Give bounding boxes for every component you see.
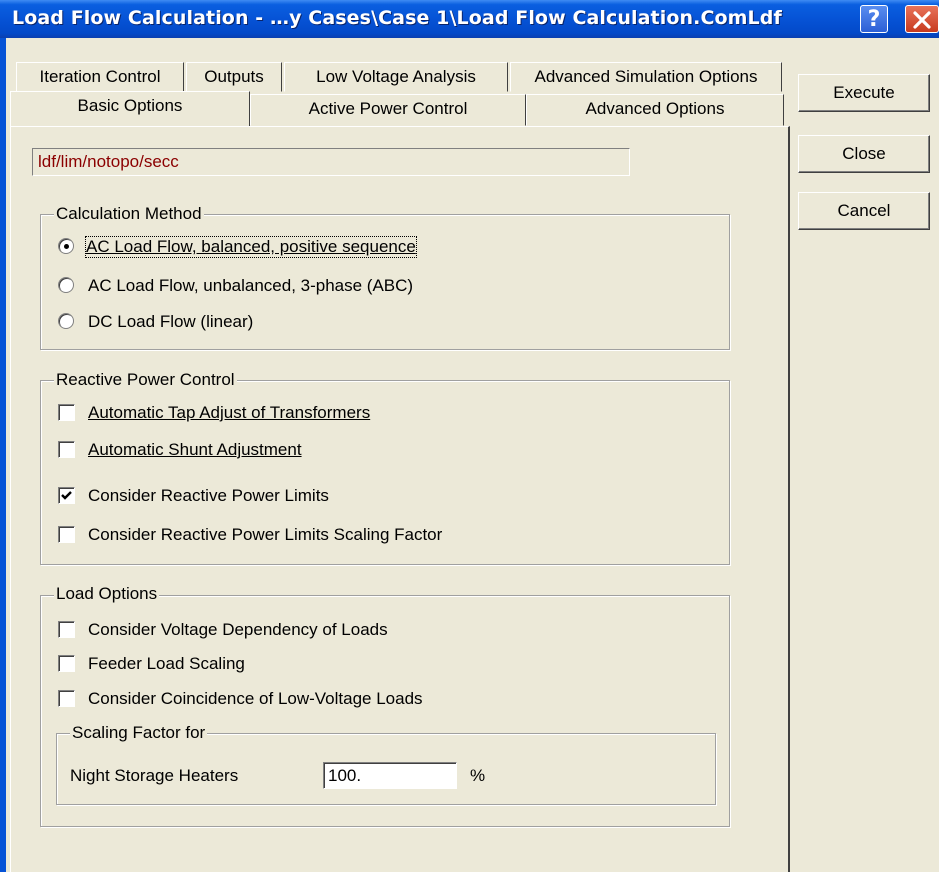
tab-advanced-options[interactable]: Advanced Options — [526, 94, 784, 126]
option-reactive-limits-label[interactable]: Consider Reactive Power Limits — [88, 486, 329, 506]
tab-active-power-control[interactable]: Active Power Control — [250, 94, 526, 126]
execute-button[interactable]: Execute — [798, 74, 930, 112]
radio-ac-balanced[interactable] — [58, 238, 74, 254]
option-voltage-dependency-label[interactable]: Consider Voltage Dependency of Loads — [88, 620, 388, 640]
window-close-button[interactable] — [905, 5, 939, 33]
checkbox-voltage-dependency[interactable] — [58, 621, 75, 638]
option-dc-label[interactable]: DC Load Flow (linear) — [88, 312, 253, 332]
calculation-method-title: Calculation Method — [54, 204, 204, 224]
tab-basic-options[interactable]: Basic Options — [10, 91, 250, 126]
option-tap-adjust-label[interactable]: Automatic Tap Adjust of Transformers — [88, 403, 370, 423]
checkbox-tap-adjust[interactable] — [58, 404, 75, 421]
window-left-border — [0, 38, 6, 872]
radio-dc[interactable] — [58, 313, 74, 329]
tab-iteration-control[interactable]: Iteration Control — [16, 62, 184, 92]
option-reactive-limits-scaling-label[interactable]: Consider Reactive Power Limits Scaling F… — [88, 525, 442, 545]
radio-selected-dot — [64, 244, 69, 249]
checkbox-reactive-limits[interactable] — [58, 487, 75, 504]
scaling-factor-title: Scaling Factor for — [70, 723, 208, 743]
night-storage-heaters-label: Night Storage Heaters — [70, 766, 239, 785]
option-lv-coincidence-label[interactable]: Consider Coincidence of Low-Voltage Load… — [88, 689, 423, 709]
reactive-power-control-title: Reactive Power Control — [54, 370, 237, 390]
close-icon — [913, 11, 931, 29]
window-title: Load Flow Calculation - …y Cases\Case 1\… — [12, 7, 782, 29]
night-storage-heaters-input[interactable]: 100. — [323, 762, 457, 789]
checkmark-icon — [61, 491, 72, 500]
tab-advanced-simulation-options[interactable]: Advanced Simulation Options — [510, 62, 782, 92]
help-icon: ? — [867, 7, 881, 32]
load-options-title: Load Options — [54, 584, 160, 604]
radio-ac-unbalanced[interactable] — [58, 277, 74, 293]
checkbox-feeder-load-scaling[interactable] — [58, 655, 75, 672]
title-bar[interactable]: Load Flow Calculation - …y Cases\Case 1\… — [0, 0, 939, 38]
checkbox-reactive-limits-scaling[interactable] — [58, 526, 75, 543]
tab-low-voltage-analysis[interactable]: Low Voltage Analysis — [284, 62, 508, 92]
option-shunt-adjust-label[interactable]: Automatic Shunt Adjustment — [88, 440, 302, 460]
percent-unit-label: % — [470, 766, 486, 785]
checkbox-shunt-adjust[interactable] — [58, 441, 75, 458]
cancel-button[interactable]: Cancel — [798, 192, 930, 230]
help-button[interactable]: ? — [860, 5, 888, 33]
option-ac-balanced-label[interactable]: AC Load Flow, balanced, positive sequenc… — [85, 236, 417, 258]
command-path-field: ldf/lim/notopo/secc — [32, 148, 630, 176]
checkbox-lv-coincidence[interactable] — [58, 690, 75, 707]
option-ac-unbalanced-label[interactable]: AC Load Flow, unbalanced, 3-phase (ABC) — [88, 276, 413, 296]
tab-outputs[interactable]: Outputs — [186, 62, 282, 92]
close-button[interactable]: Close — [798, 135, 930, 173]
option-feeder-load-scaling-label[interactable]: Feeder Load Scaling — [88, 654, 245, 674]
